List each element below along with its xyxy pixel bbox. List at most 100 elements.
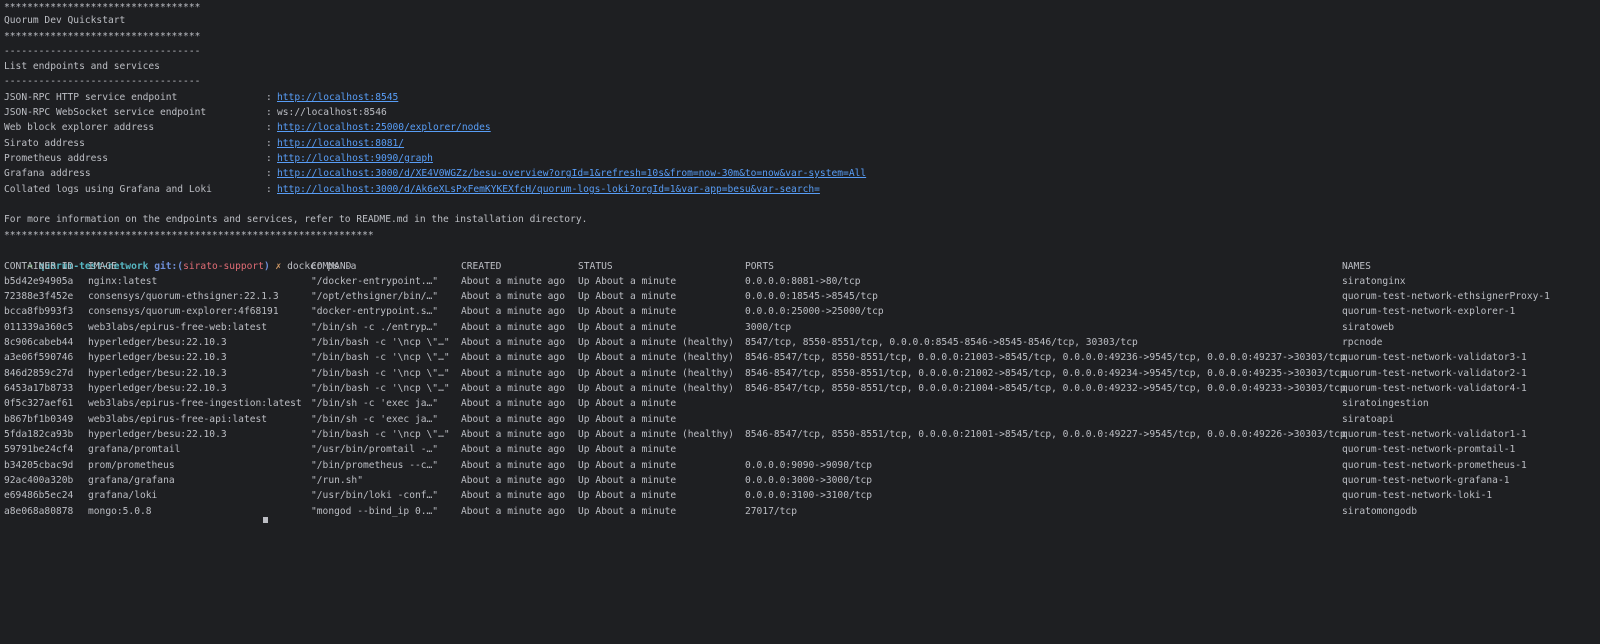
container-id: b34205cbac9d [4, 460, 74, 471]
table-row: 846d2859c27d hyperledger/besu:22.10.3 "/… [4, 366, 1527, 382]
container-status: Up About a minute (healthy) [578, 352, 734, 363]
endpoint-separator: : [266, 168, 272, 179]
container-status: Up About a minute [578, 506, 677, 517]
container-image: grafana/grafana [88, 475, 175, 486]
container-image: hyperledger/besu:22.10.3 [88, 383, 227, 394]
endpoint-row: Sirato address : http://localhost:8081/ [4, 136, 404, 152]
container-created: About a minute ago [461, 276, 565, 287]
container-status: Up About a minute [578, 306, 677, 317]
container-created: About a minute ago [461, 429, 565, 440]
endpoint-separator: : [266, 138, 272, 149]
container-id: e69486b5ec24 [4, 490, 74, 501]
container-status: Up About a minute [578, 444, 677, 455]
container-name: siratoapi [1342, 414, 1394, 425]
endpoint-separator: : [266, 107, 272, 118]
container-created: About a minute ago [461, 490, 565, 501]
container-name: quorum-test-network-grafana-1 [1342, 475, 1510, 486]
endpoint-row: JSON-RPC HTTP service endpoint : http://… [4, 90, 398, 106]
prompt-git-label: git:( [154, 260, 184, 272]
container-name: quorum-test-network-validator3-1 [1342, 352, 1527, 363]
container-name: quorum-test-network-promtail-1 [1342, 444, 1516, 455]
endpoint-row: Web block explorer address : http://loca… [4, 120, 491, 136]
container-name: rpcnode [1342, 337, 1383, 348]
container-image: hyperledger/besu:22.10.3 [88, 368, 227, 379]
endpoint-link[interactable]: http://localhost:9090/graph [277, 151, 433, 167]
container-image: nginx:latest [88, 276, 158, 287]
container-name: quorum-test-network-explorer-1 [1342, 306, 1516, 317]
container-ports: 8546-8547/tcp, 8550-8551/tcp, 0.0.0.0:21… [745, 352, 1346, 363]
container-ports: 3000/tcp [745, 322, 792, 333]
banner-dashes: ---------------------------------- [4, 76, 201, 87]
endpoint-link[interactable]: http://localhost:3000/d/XE4V0WGZz/besu-o… [277, 166, 866, 182]
container-name: quorum-test-network-validator1-1 [1342, 429, 1527, 440]
table-row: 59791be24cf4 grafana/promtail "/usr/bin/… [4, 442, 1515, 458]
container-status: Up About a minute [578, 414, 677, 425]
endpoint-link[interactable]: http://localhost:8545 [277, 90, 398, 106]
container-name: siratoweb [1342, 322, 1394, 333]
container-command: "/bin/bash -c '\ncp \"…" [311, 368, 450, 379]
container-id: 846d2859c27d [4, 368, 74, 379]
container-name: quorum-test-network-prometheus-1 [1342, 460, 1527, 471]
container-name: quorum-test-network-validator4-1 [1342, 383, 1527, 394]
container-created: About a minute ago [461, 306, 565, 317]
endpoint-row: Grafana address : http://localhost:3000/… [4, 166, 866, 182]
container-id: a3e06f590746 [4, 352, 74, 363]
container-id: bcca8fb993f3 [4, 306, 74, 317]
container-ports: 8546-8547/tcp, 8550-8551/tcp, 0.0.0.0:21… [745, 429, 1346, 440]
endpoint-link[interactable]: http://localhost:25000/explorer/nodes [277, 120, 491, 136]
container-id: 72388e3f452e [4, 291, 74, 302]
container-command: "docker-entrypoint.s…" [311, 306, 439, 317]
container-id: 011339a360c5 [4, 322, 74, 333]
table-row: b5d42e94905a nginx:latest "/docker-entry… [4, 274, 1406, 290]
table-row: 5fda182ca93b hyperledger/besu:22.10.3 "/… [4, 427, 1527, 443]
container-command: "/bin/sh -c ./entryp…" [311, 322, 439, 333]
container-command: "mongod --bind_ip 0.…" [311, 506, 439, 517]
container-id: a8e068a80878 [4, 506, 74, 517]
container-command: "/bin/bash -c '\ncp \"…" [311, 337, 450, 348]
container-ports: 0.0.0.0:8081->80/tcp [745, 276, 861, 287]
banner-dashes: ---------------------------------- [4, 46, 201, 57]
terminal-cursor [263, 517, 268, 523]
banner-stars-bottom: ********************************** [4, 31, 201, 42]
container-created: About a minute ago [461, 352, 565, 363]
list-heading: List endpoints and services [4, 61, 160, 72]
stars-separator: ****************************************… [4, 230, 374, 241]
header-ports: PORTS [745, 261, 774, 272]
endpoint-label: Web block explorer address [4, 122, 155, 133]
header-names: NAMES [1342, 261, 1371, 272]
container-created: About a minute ago [461, 460, 565, 471]
endpoint-link[interactable]: http://localhost:8081/ [277, 136, 404, 152]
endpoint-label: Grafana address [4, 168, 91, 179]
container-image: grafana/loki [88, 490, 158, 501]
endpoint-label: Prometheus address [4, 153, 108, 164]
header-command: COMMAND [311, 261, 352, 272]
container-ports: 0.0.0.0:9090->9090/tcp [745, 460, 873, 471]
container-image: hyperledger/besu:22.10.3 [88, 429, 227, 440]
docker-table-header: CONTAINER ID IMAGE COMMAND CREATED STATU… [4, 259, 1371, 275]
endpoint-label: Collated logs using Grafana and Loki [4, 184, 212, 195]
container-command: "/usr/bin/promtail -…" [311, 444, 439, 455]
container-status: Up About a minute (healthy) [578, 383, 734, 394]
container-status: Up About a minute [578, 276, 677, 287]
container-name: siratonginx [1342, 276, 1406, 287]
container-id: 0f5c327aef61 [4, 398, 74, 409]
endpoint-separator: : [266, 122, 272, 133]
endpoint-row: Collated logs using Grafana and Loki : h… [4, 182, 820, 198]
container-created: About a minute ago [461, 368, 565, 379]
container-command: "/bin/prometheus --c…" [311, 460, 439, 471]
banner-title: Quorum Dev Quickstart [4, 15, 126, 26]
table-row: bcca8fb993f3 consensys/quorum-explorer:4… [4, 304, 1515, 320]
container-ports: 0.0.0.0:3100->3100/tcp [745, 490, 873, 501]
endpoint-link[interactable]: http://localhost:3000/d/Ak6eXLsPxFemKYKE… [277, 182, 820, 198]
terminal-window[interactable]: ********************************** Quoru… [0, 0, 1600, 533]
container-command: "/usr/bin/loki -conf…" [311, 490, 439, 501]
shell-prompt[interactable]: ➜ quorum-test-network git:(sirato-suppor… [4, 243, 356, 272]
table-row: a3e06f590746 hyperledger/besu:22.10.3 "/… [4, 350, 1527, 366]
container-id: 92ac400a320b [4, 475, 74, 486]
container-command: "/opt/ethsigner/bin/…" [311, 291, 439, 302]
container-created: About a minute ago [461, 337, 565, 348]
endpoint-separator: : [266, 153, 272, 164]
endpoint-row: Prometheus address : http://localhost:90… [4, 151, 433, 167]
container-ports: 0.0.0.0:18545->8545/tcp [745, 291, 878, 302]
container-id: b867bf1b0349 [4, 414, 74, 425]
